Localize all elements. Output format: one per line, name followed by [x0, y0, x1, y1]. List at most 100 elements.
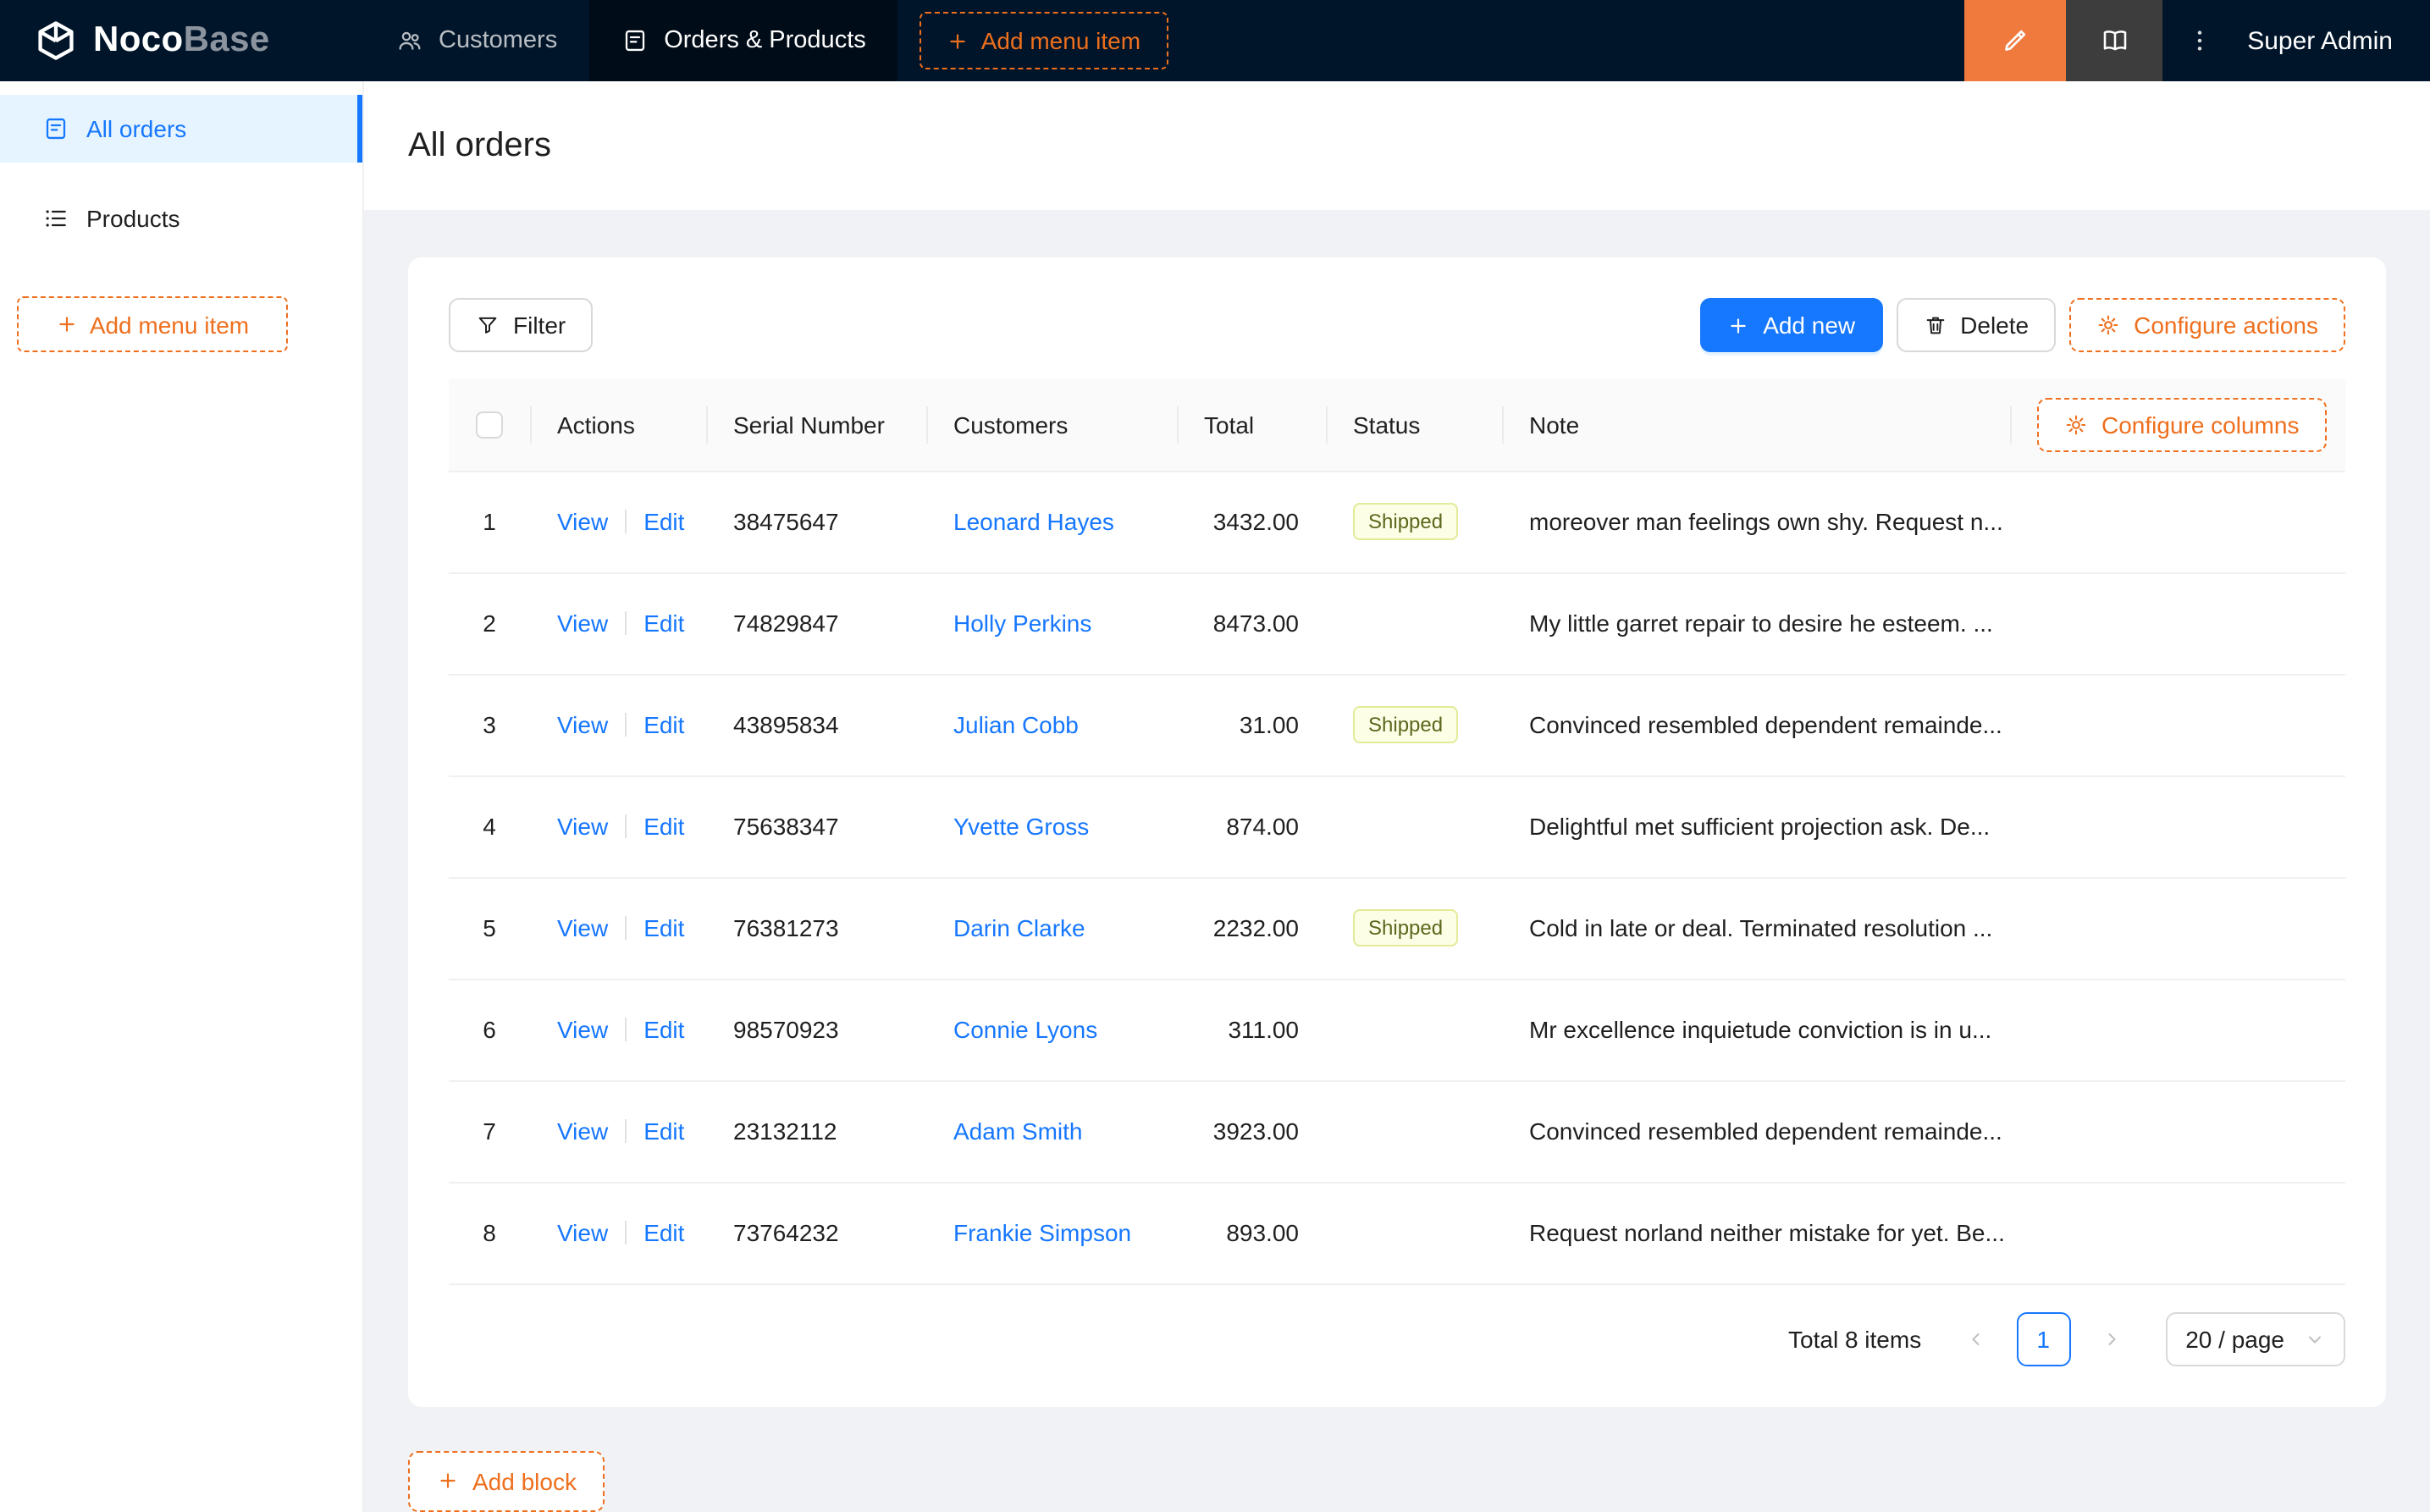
view-link[interactable]: View [557, 1016, 608, 1043]
view-link[interactable]: View [557, 813, 608, 840]
docs-button[interactable] [2066, 0, 2163, 81]
serial-number-cell: 75638347 [706, 775, 926, 878]
total-cell: 311.00 [1177, 979, 1326, 1081]
main-area: All orders Filter Add new Delete Configu… [364, 81, 2430, 1512]
page-header: All orders [364, 81, 2430, 210]
status-badge: Shipped [1353, 909, 1459, 946]
gear-icon [2096, 313, 2120, 337]
customer-link[interactable]: Yvette Gross [953, 813, 1089, 840]
serial-number-cell: 23132112 [706, 1080, 926, 1183]
logo-text-bold: Noco [93, 20, 184, 59]
sidebar-item-label: All orders [86, 115, 187, 142]
page-number-button[interactable]: 1 [2016, 1311, 2071, 1366]
orders-table-block: Filter Add new Delete Configure actions … [408, 257, 2386, 1406]
column-header-note: Note [1502, 379, 2010, 472]
sidebar-item-products[interactable]: Products [0, 185, 362, 252]
customer-link[interactable]: Julian Cobb [953, 711, 1079, 738]
edit-link[interactable]: Edit [643, 1016, 684, 1043]
delete-button[interactable]: Delete [1896, 298, 2057, 352]
customer-link[interactable]: Darin Clarke [953, 914, 1085, 941]
edit-link[interactable]: Edit [643, 813, 684, 840]
table-row: 5 View Edit 76381273 Darin Clarke 2232.00… [449, 877, 2345, 979]
table-row: 2 View Edit 74829847 Holly Perkins 8473.0… [449, 572, 2345, 675]
action-divider [625, 1221, 627, 1244]
page-content: Filter Add new Delete Configure actions … [364, 210, 2430, 1511]
cube-icon [34, 19, 78, 63]
view-link[interactable]: View [557, 1117, 608, 1145]
action-divider [625, 611, 627, 635]
edit-link[interactable]: Edit [643, 1117, 684, 1145]
view-link[interactable]: View [557, 1219, 608, 1246]
add-menu-item-button-sidebar[interactable]: Add menu item [17, 296, 288, 352]
column-header-total: Total [1177, 379, 1326, 472]
view-link[interactable]: View [557, 610, 608, 637]
sidebar: All orders Products Add menu item [0, 81, 364, 1512]
row-index: 5 [483, 914, 496, 941]
chevron-left-icon [1965, 1328, 1985, 1349]
add-menu-item-label: Add menu item [89, 311, 250, 338]
edit-link[interactable]: Edit [643, 711, 684, 738]
ellipsis-icon [2186, 27, 2213, 54]
delete-label: Delete [1960, 312, 2030, 339]
table-row: 1 View Edit 38475647 Leonard Hayes 3432.0… [449, 471, 2345, 573]
list-icon [42, 205, 69, 232]
configure-columns-button[interactable]: Configure columns [2037, 397, 2327, 452]
edit-link[interactable]: Edit [643, 508, 684, 535]
total-cell: 2232.00 [1177, 877, 1326, 979]
configure-columns-label: Configure columns [2101, 411, 2300, 439]
menu-item-customers[interactable]: Customers [364, 0, 589, 81]
plus-icon [1727, 314, 1749, 336]
table-row: 8 View Edit 73764232 Frankie Simpson 893.… [449, 1182, 2345, 1284]
page-size-value: 20 / page [2185, 1325, 2284, 1352]
view-link[interactable]: View [557, 914, 608, 941]
customer-link[interactable]: Connie Lyons [953, 1016, 1097, 1043]
nocobase-logo[interactable]: NocoBase [0, 19, 364, 63]
add-block-button[interactable]: Add block [408, 1450, 605, 1511]
more-menu-button[interactable] [2162, 0, 2237, 81]
table-row: 7 View Edit 23132112 Adam Smith 3923.00 C… [449, 1080, 2345, 1183]
edit-link[interactable]: Edit [643, 914, 684, 941]
serial-number-cell: 74829847 [706, 572, 926, 675]
add-menu-item-button-top[interactable]: Add menu item [920, 12, 1168, 69]
pagination-total: Total 8 items [1788, 1325, 1922, 1352]
trash-icon [1923, 313, 1947, 337]
view-link[interactable]: View [557, 711, 608, 738]
add-menu-item-label: Add menu item [980, 27, 1141, 54]
menu-item-orders-products[interactable]: Orders & Products [589, 0, 898, 81]
highlighter-icon [2000, 25, 2030, 56]
note-cell: Convinced resembled dependent remainde..… [1502, 674, 2010, 776]
add-new-label: Add new [1763, 312, 1856, 339]
pagination: Total 8 items 1 20 / page [449, 1311, 2345, 1366]
configure-actions-button[interactable]: Configure actions [2069, 298, 2345, 352]
filter-button[interactable]: Filter [449, 298, 594, 352]
next-page-button[interactable] [2084, 1311, 2138, 1366]
customer-link[interactable]: Holly Perkins [953, 610, 1091, 637]
menu-item-label: Orders & Products [664, 27, 866, 54]
action-divider [625, 713, 627, 737]
edit-link[interactable]: Edit [643, 1219, 684, 1246]
status-badge: Shipped [1353, 706, 1459, 743]
page-size-select[interactable]: 20 / page [2165, 1311, 2345, 1366]
add-new-button[interactable]: Add new [1700, 298, 1883, 352]
ui-editor-button[interactable] [1964, 0, 2067, 81]
action-divider [625, 510, 627, 533]
table-header-row: Actions Serial Number Customers Total St… [449, 379, 2345, 472]
view-link[interactable]: View [557, 508, 608, 535]
action-divider [625, 1018, 627, 1041]
previous-page-button[interactable] [1948, 1311, 2002, 1366]
select-all-checkbox[interactable] [476, 411, 503, 439]
column-header-serial-number: Serial Number [706, 379, 926, 472]
row-index: 1 [483, 508, 496, 535]
document-icon [42, 115, 69, 142]
row-index: 2 [483, 610, 496, 637]
stage: NocoBase Customers Orders & Products Add… [0, 0, 2430, 1512]
table-row: 3 View Edit 43895834 Julian Cobb 31.00 Sh… [449, 674, 2345, 776]
page-title: All orders [408, 126, 551, 163]
edit-link[interactable]: Edit [643, 610, 684, 637]
customer-link[interactable]: Frankie Simpson [953, 1219, 1131, 1246]
customer-link[interactable]: Adam Smith [953, 1117, 1083, 1145]
sidebar-item-all-orders[interactable]: All orders [0, 95, 362, 163]
customer-link[interactable]: Leonard Hayes [953, 508, 1114, 535]
current-user[interactable]: Super Admin [2237, 26, 2430, 55]
sidebar-item-label: Products [86, 205, 180, 232]
